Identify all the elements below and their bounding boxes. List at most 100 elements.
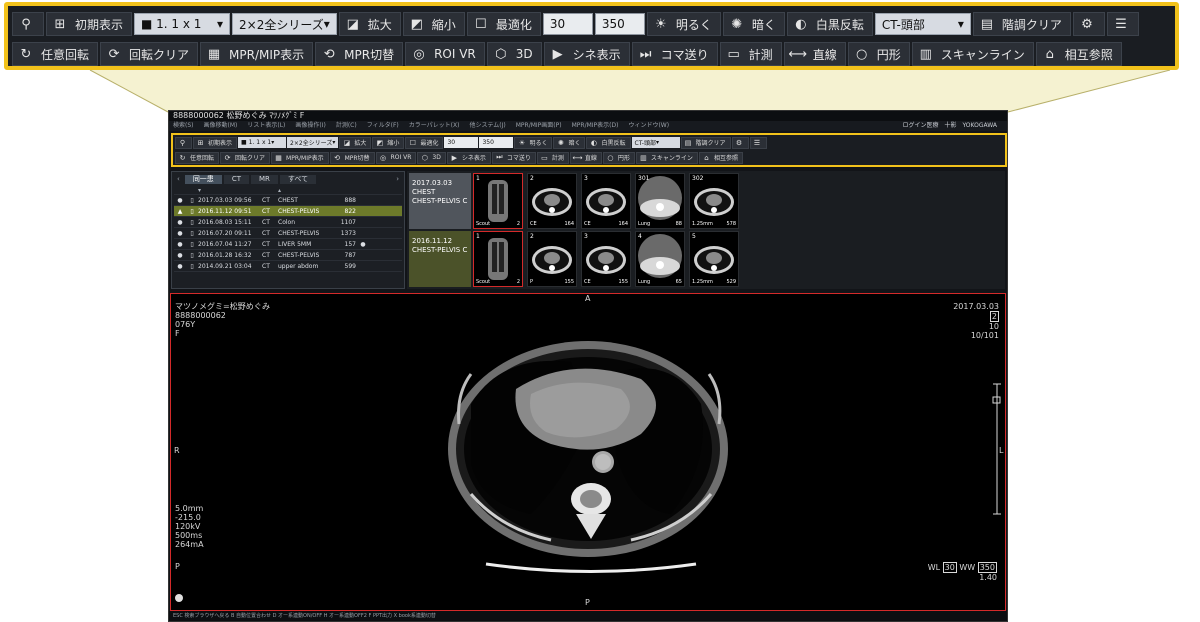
series-thumbnail[interactable]: 302 1.25mm 578	[689, 173, 739, 229]
thumbnail-image	[532, 188, 572, 216]
3d-button[interactable]: ⬡ 3D	[417, 151, 446, 164]
rotate-clear-button[interactable]: ⟳ 回転クリア	[220, 151, 271, 164]
menu-item[interactable]: MPR/MIP画面(P)	[516, 121, 562, 131]
cine-button[interactable]: ▶ シネ表示	[446, 151, 491, 164]
series-thumbnail[interactable]: 2 CE 164	[527, 173, 577, 229]
table-row[interactable]: ● ▯ 2016.07.20 09:11 CT CHEST-PELVIS 1373	[174, 228, 402, 239]
line-button[interactable]: ⟷ 直線	[569, 151, 602, 164]
sun-dim-button[interactable]: ✺ 暗く	[722, 12, 785, 36]
cine-button[interactable]: ▶ シネ表示	[543, 42, 630, 66]
series-thumbnail[interactable]: 1 Scout 2	[473, 231, 523, 287]
menu-item[interactable]: 検索(S)	[173, 121, 194, 131]
window-level-input[interactable]: 30	[444, 137, 479, 148]
invert-button[interactable]: ◐ 白黒反転	[586, 136, 631, 149]
frame-step-button[interactable]: ⏭ コマ送り	[631, 42, 718, 66]
sun-bright-button[interactable]: ☀ 明るく	[514, 136, 553, 149]
tab-study-filter[interactable]: すべて	[279, 174, 317, 184]
menu-item[interactable]: カラーパレット(X)	[409, 121, 460, 131]
series-thumbnail[interactable]: 5 1.25mm 529	[689, 231, 739, 287]
wl-label: WL	[927, 563, 941, 572]
magnifier-button[interactable]: ⚲	[12, 12, 44, 36]
toolbar-select[interactable]: CT-頭部 ▾	[874, 13, 971, 35]
window-width-input[interactable]: 350	[479, 137, 514, 148]
sun-dim-button[interactable]: ✺ 暗く	[553, 136, 586, 149]
menu-item[interactable]: 他システム(J)	[469, 121, 505, 131]
roi-vr-button[interactable]: ◎ ROI VR	[375, 151, 417, 164]
tab-study-filter[interactable]: MR	[250, 174, 278, 184]
rotate-clear-button[interactable]: ⟳ 回転クリア	[100, 42, 199, 66]
toolbar-select[interactable]: 2×2全シリーズ ▾	[287, 137, 339, 148]
chevron-right-icon[interactable]: ›	[393, 175, 402, 183]
settings-button[interactable]: ⚙	[731, 136, 749, 149]
series-card[interactable]: 2017.03.03 CHEST CHEST-PELVIS C	[409, 173, 471, 229]
series-thumbnail[interactable]: 1 Scout 2	[473, 173, 523, 229]
zoom-in-button[interactable]: ◪ 拡大	[338, 12, 401, 36]
series-card[interactable]: 2016.11.12 CHEST-PELVIS C	[409, 231, 471, 287]
measure-button[interactable]: ▭ 計測	[536, 151, 569, 164]
zoom-out-button[interactable]: ◩ 縮小	[402, 12, 465, 36]
menu-item[interactable]: MPR/MIP表示(D)	[572, 121, 619, 131]
menu-item[interactable]: 画像操作(I)	[295, 121, 325, 131]
tone-clear-button[interactable]: ▤ 階調クリア	[972, 12, 1071, 36]
line-button[interactable]: ⟷ 直線	[783, 42, 846, 66]
magnifier-button[interactable]: ⚲	[175, 136, 192, 149]
toolbar-select[interactable]: 2×2全シリーズ ▾	[232, 13, 337, 35]
menu-item[interactable]: ウィンドウ(W)	[628, 121, 669, 131]
series-thumbnail[interactable]: 3 CE 155	[581, 231, 631, 287]
window-width-input[interactable]: 350	[594, 13, 645, 35]
menu-item[interactable]: 計測(C)	[336, 121, 357, 131]
zoom-in-button[interactable]: ◪ 拡大	[339, 136, 372, 149]
rotate-button[interactable]: ↻ 任意回転	[175, 151, 220, 164]
table-row[interactable]: ● ▯ 2017.03.03 09:56 CT CHEST 888	[174, 195, 402, 206]
series-thumbnail[interactable]: 2 P 155	[527, 231, 577, 287]
image-viewport[interactable]: マツノメグミ=松野めぐみ 8888000062 076Y F 2017.03.0…	[170, 293, 1006, 611]
row-marker-icon: ●	[177, 263, 183, 270]
modality: CT	[262, 252, 270, 259]
zoom-out-button[interactable]: ◩ 縮小	[372, 136, 405, 149]
sun-bright-button[interactable]: ☀ 明るく	[646, 12, 721, 36]
circle-button[interactable]: ○ 円形	[602, 151, 635, 164]
window-level-input[interactable]: 30	[542, 13, 593, 35]
menu-item[interactable]: フィルタ(F)	[367, 121, 399, 131]
panel-button[interactable]: ☰	[749, 136, 767, 149]
table-row[interactable]: ● ▯ 2016.01.28 16:32 CT CHEST-PELVIS 787	[174, 250, 402, 261]
measure-button[interactable]: ▭ 計測	[719, 42, 782, 66]
grid-layout-button[interactable]: ⊞ 初期表示	[46, 12, 133, 36]
table-row[interactable]: ▲ ▯ 2016.11.12 09:51 CT CHEST-PELVIS 822	[174, 206, 402, 217]
mpr-switch-button[interactable]: ⟲ MPR切替	[315, 42, 404, 66]
circle-button[interactable]: ○ 円形	[847, 42, 910, 66]
tab-study-filter[interactable]: CT	[223, 174, 249, 184]
grid-layout-button[interactable]: ⊞ 初期表示	[193, 136, 238, 149]
tone-clear-button[interactable]: ▤ 階調クリア	[680, 136, 731, 149]
frame-step-button[interactable]: ⏭ コマ送り	[491, 151, 536, 164]
settings-button[interactable]: ⚙	[1072, 12, 1105, 36]
series-thumbnail[interactable]: 3 CE 164	[581, 173, 631, 229]
scanline-button[interactable]: ▥ スキャンライン	[635, 151, 698, 164]
roi-vr-button[interactable]: ◎ ROI VR	[405, 42, 485, 66]
table-row[interactable]: ● ▯ 2014.09.21 03:04 CT upper abdom 599	[174, 261, 402, 272]
invert-button[interactable]: ◐ 白黒反転	[786, 12, 873, 36]
toolbar-select[interactable]: ■ 1. 1 x 1 ▾	[134, 13, 231, 35]
cross-ref-button[interactable]: ⌂ 相互参照	[1035, 42, 1122, 66]
panel-button[interactable]: ☰	[1106, 12, 1139, 36]
fit-button[interactable]: ☐ 最適化	[466, 12, 541, 36]
mpr-mip-button[interactable]: ▦ MPR/MIP表示	[200, 42, 314, 66]
table-row[interactable]: ● ▯ 2016.07.04 11:27 CT LIVER 5MM 157 ●	[174, 239, 402, 250]
button-label: MPR/MIP表示	[286, 155, 324, 162]
cross-ref-button[interactable]: ⌂ 相互参照	[698, 151, 743, 164]
3d-button[interactable]: ⬡ 3D	[486, 42, 542, 66]
tab-study-filter[interactable]: 同一患	[184, 174, 222, 184]
toolbar-select[interactable]: ■ 1. 1 x 1 ▾	[238, 137, 287, 148]
mpr-mip-button[interactable]: ▦ MPR/MIP表示	[271, 151, 329, 164]
chevron-left-icon[interactable]: ‹	[174, 175, 183, 183]
rotate-button[interactable]: ↻ 任意回転	[12, 42, 99, 66]
toolbar-select[interactable]: CT-頭部 ▾	[631, 137, 680, 148]
scanline-button[interactable]: ▥ スキャンライン	[911, 42, 1034, 66]
series-thumbnail[interactable]: 301 Lung 88	[635, 173, 685, 229]
mpr-switch-button[interactable]: ⟲ MPR切替	[329, 151, 375, 164]
series-thumbnail[interactable]: 4 Lung 65	[635, 231, 685, 287]
table-row[interactable]: ● ▯ 2016.08.03 15:11 CT Colon 1107	[174, 217, 402, 228]
fit-button[interactable]: ☐ 最適化	[405, 136, 444, 149]
menu-item[interactable]: リスト表示(L)	[247, 121, 285, 131]
menu-item[interactable]: 画像移動(M)	[204, 121, 238, 131]
